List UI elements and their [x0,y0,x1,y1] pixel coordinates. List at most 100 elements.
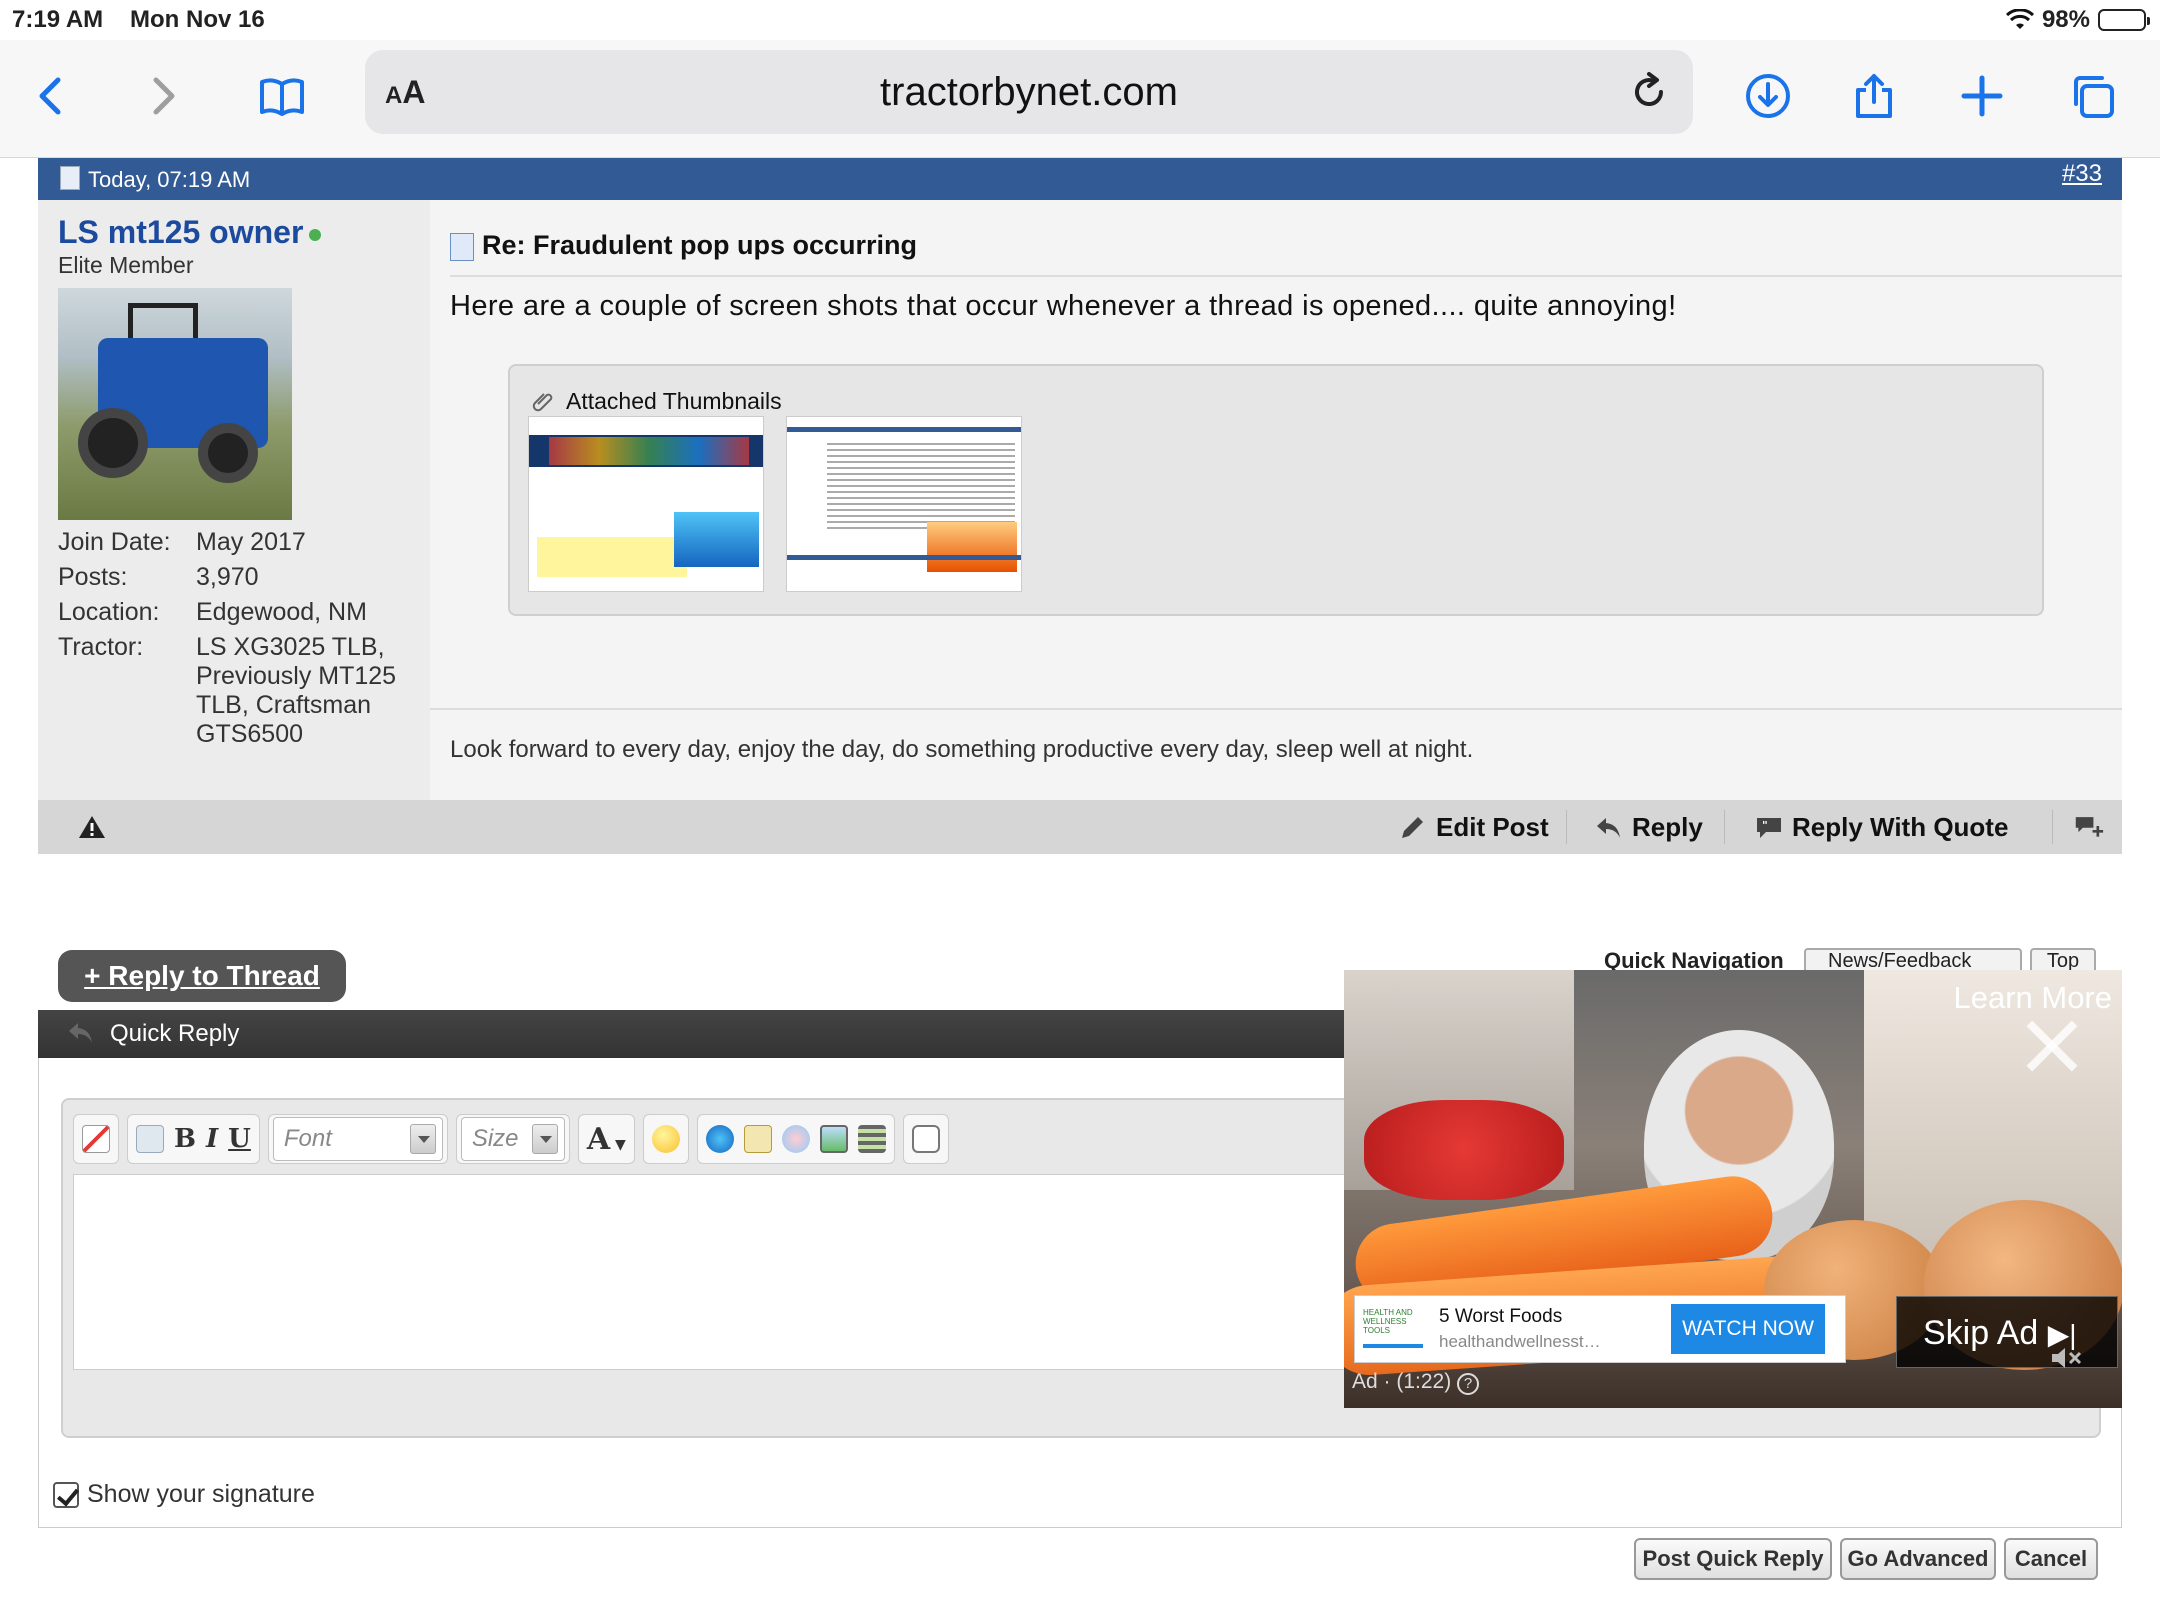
post-timestamp: Today, 07:19 AM [88,167,251,192]
reply-arrow-icon [69,1023,92,1043]
avatar[interactable] [58,288,292,520]
tabs-icon[interactable] [2064,68,2120,124]
ad-logo: HEALTH AND WELLNESS TOOLS [1363,1308,1423,1348]
editor-toolbar: B I U Font Size A ▼ [73,1114,949,1164]
online-status-icon [309,228,322,241]
size-select[interactable]: Size [460,1117,565,1161]
help-icon[interactable]: ? [1457,1373,1480,1395]
attachment-thumbnail-1[interactable] [528,416,764,592]
url-text[interactable]: tractorbynet.com [365,70,1693,115]
edit-post-label: Edit Post [1436,812,1549,842]
image-icon[interactable] [819,1125,848,1153]
underline-button[interactable]: U [228,1124,251,1154]
post-title-icon [450,232,474,261]
quick-navigation-value: News/Feedback [1828,950,1972,972]
battery-percent: 98% [2041,6,2090,33]
reply-with-quote-button[interactable]: " Reply With Quote [1754,812,2008,843]
username-text[interactable]: LS mt125 owner [58,214,303,250]
reload-icon[interactable] [1627,70,1671,114]
info-join-date: Join Date: May 2017 [58,528,416,557]
post-title-text: Re: Fraudulent pop ups occurring [482,230,918,260]
pencil-icon [1402,816,1423,838]
chevron-down-icon [409,1124,436,1154]
post-number-link[interactable]: #33 [2062,160,2102,188]
attachments-label: Attached Thumbnails [566,388,782,414]
link-icon[interactable] [705,1125,734,1153]
editor-group-smilies [642,1114,689,1164]
screen: 7:19 AM Mon Nov 16 98% AA tractorbynet.c… [0,0,2160,1620]
show-signature-option[interactable]: Show your signature [53,1480,315,1509]
editor-group-color: A ▼ [577,1114,635,1164]
quick-reply-title: Quick Reply [110,1020,240,1047]
forward-icon[interactable] [134,68,190,124]
post-quick-reply-button[interactable]: Post Quick Reply [1634,1538,1832,1580]
user-panel: LS mt125 owner Elite Member Join Date: Ma… [38,200,430,800]
multi-quote-button[interactable] [2074,812,2104,840]
text-color-button[interactable]: A ▼ [587,1122,626,1157]
remove-format-icon[interactable] [82,1125,110,1153]
new-tab-icon[interactable] [1954,68,2010,124]
quote-icon[interactable] [911,1125,940,1153]
info-value: May 2017 [196,528,306,556]
attachments-box: Attached Thumbnails [508,364,2044,616]
battery-icon [2098,9,2150,31]
info-posts: Posts: 3,970 [58,563,416,592]
editor-group-font: Font [267,1114,448,1164]
signature-divider [430,708,2122,710]
show-signature-label: Show your signature [87,1480,315,1508]
smiley-icon[interactable] [651,1125,680,1153]
editor-group-quote [902,1114,949,1164]
reply-button[interactable]: Reply [1594,812,1703,843]
attachment-thumbnail-2[interactable] [786,416,1022,592]
post-footer: Edit Post Reply " Reply With Quote [38,800,2122,854]
video-ad-overlay[interactable]: Learn More HEALTH AND WELLNESS TOOLS 5 W… [1344,970,2122,1408]
go-advanced-button[interactable]: Go Advanced [1840,1538,1996,1580]
svg-text:": " [1762,819,1768,832]
editor-group-format [73,1114,119,1164]
post-title: Re: Fraudulent pop ups occurring [450,230,2122,277]
ad-watch-now-button[interactable]: WATCH NOW [1671,1304,1825,1354]
back-icon[interactable] [24,68,80,124]
report-warning-icon[interactable] [78,814,106,840]
email-icon[interactable] [743,1125,772,1153]
footer-separator [1724,810,1725,844]
footer-separator [1566,810,1567,844]
username-link[interactable]: LS mt125 owner [58,214,322,251]
bold-button[interactable]: B [174,1124,196,1154]
edit-post-button[interactable]: Edit Post [1398,812,1549,843]
paste-icon[interactable] [136,1125,164,1153]
ad-learn-more-link[interactable]: Learn More [1953,980,2112,1016]
skip-ad-button[interactable]: Skip Ad ▶| [1896,1296,2118,1368]
reply-to-thread-button[interactable]: + Reply to Thread [58,950,346,1002]
ad-timer-label: Ad · (1:22) ? [1352,1370,1480,1395]
italic-button[interactable]: I [206,1124,218,1154]
reply-label: Reply [1632,812,1703,842]
video-icon[interactable] [857,1125,886,1153]
post-message: Here are a couple of screen shots that o… [450,290,1677,322]
browser-toolbar: AA tractorbynet.com [0,40,2160,158]
editor-group-text: B I U [127,1114,260,1164]
unlink-icon[interactable] [781,1125,810,1153]
multi-quote-icon [2075,817,2104,837]
share-icon[interactable] [1846,68,1902,124]
status-bar: 7:19 AM Mon Nov 16 98% [0,0,2160,40]
ad-card[interactable]: HEALTH AND WELLNESS TOOLS 5 Worst Foods … [1354,1295,1846,1363]
info-label: Tractor: [58,633,144,661]
mute-icon[interactable] [2050,1344,2084,1372]
reply-with-quote-label: Reply With Quote [1792,812,2009,842]
signature-text: Look forward to every day, enjoy the day… [450,736,1474,763]
wifi-icon [2005,9,2034,29]
user-title: Elite Member [58,252,194,278]
ad-headline: 5 Worst Foods [1439,1306,1563,1327]
download-icon[interactable] [1740,68,1796,124]
bookmarks-icon[interactable] [254,68,310,124]
info-value: 3,970 [196,563,259,591]
close-icon[interactable] [2020,1014,2084,1078]
info-tractor: Tractor: LS XG3025 TLB, Previously MT125 … [58,633,416,749]
show-signature-checkbox[interactable] [53,1481,79,1508]
font-select[interactable]: Font [272,1117,443,1161]
cancel-button[interactable]: Cancel [2004,1538,2098,1580]
address-bar[interactable]: AA tractorbynet.com [365,50,1693,134]
info-value: LS XG3025 TLB, Previously MT125 TLB, Cra… [196,633,397,748]
post-body: Re: Fraudulent pop ups occurring Here ar… [430,200,2122,800]
